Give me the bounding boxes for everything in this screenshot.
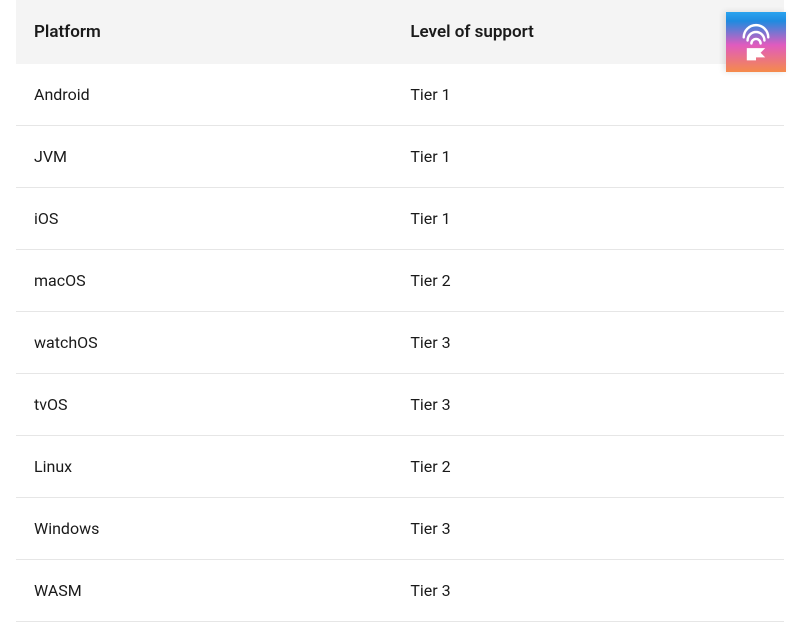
cell-platform: Windows (16, 498, 392, 560)
table-body: Android Tier 1 JVM Tier 1 iOS Tier 1 mac… (16, 64, 784, 622)
cell-platform: watchOS (16, 312, 392, 374)
support-table-container: Platform Level of support Android Tier 1… (0, 0, 800, 622)
table-row: Windows Tier 3 (16, 498, 784, 560)
table-row: WASM Tier 3 (16, 560, 784, 622)
support-table: Platform Level of support Android Tier 1… (16, 0, 784, 622)
broadcast-k-icon (733, 19, 779, 65)
table-row: macOS Tier 2 (16, 250, 784, 312)
cell-support: Tier 3 (392, 312, 784, 374)
cell-support: Tier 1 (392, 188, 784, 250)
table-header-row: Platform Level of support (16, 0, 784, 64)
table-row: Android Tier 1 (16, 64, 784, 126)
cell-support: Tier 2 (392, 436, 784, 498)
header-platform: Platform (16, 0, 392, 64)
cell-platform: macOS (16, 250, 392, 312)
cell-platform: tvOS (16, 374, 392, 436)
cell-platform: JVM (16, 126, 392, 188)
table-row: iOS Tier 1 (16, 188, 784, 250)
table-row: Linux Tier 2 (16, 436, 784, 498)
table-row: tvOS Tier 3 (16, 374, 784, 436)
cell-support: Tier 2 (392, 250, 784, 312)
cell-support: Tier 3 (392, 498, 784, 560)
cell-support: Tier 3 (392, 374, 784, 436)
table-row: JVM Tier 1 (16, 126, 784, 188)
cell-platform: Android (16, 64, 392, 126)
cell-support: Tier 1 (392, 64, 784, 126)
cell-support: Tier 3 (392, 560, 784, 622)
cell-support: Tier 1 (392, 126, 784, 188)
table-row: watchOS Tier 3 (16, 312, 784, 374)
cell-platform: iOS (16, 188, 392, 250)
kotlin-conf-icon (726, 12, 786, 72)
cell-platform: WASM (16, 560, 392, 622)
cell-platform: Linux (16, 436, 392, 498)
